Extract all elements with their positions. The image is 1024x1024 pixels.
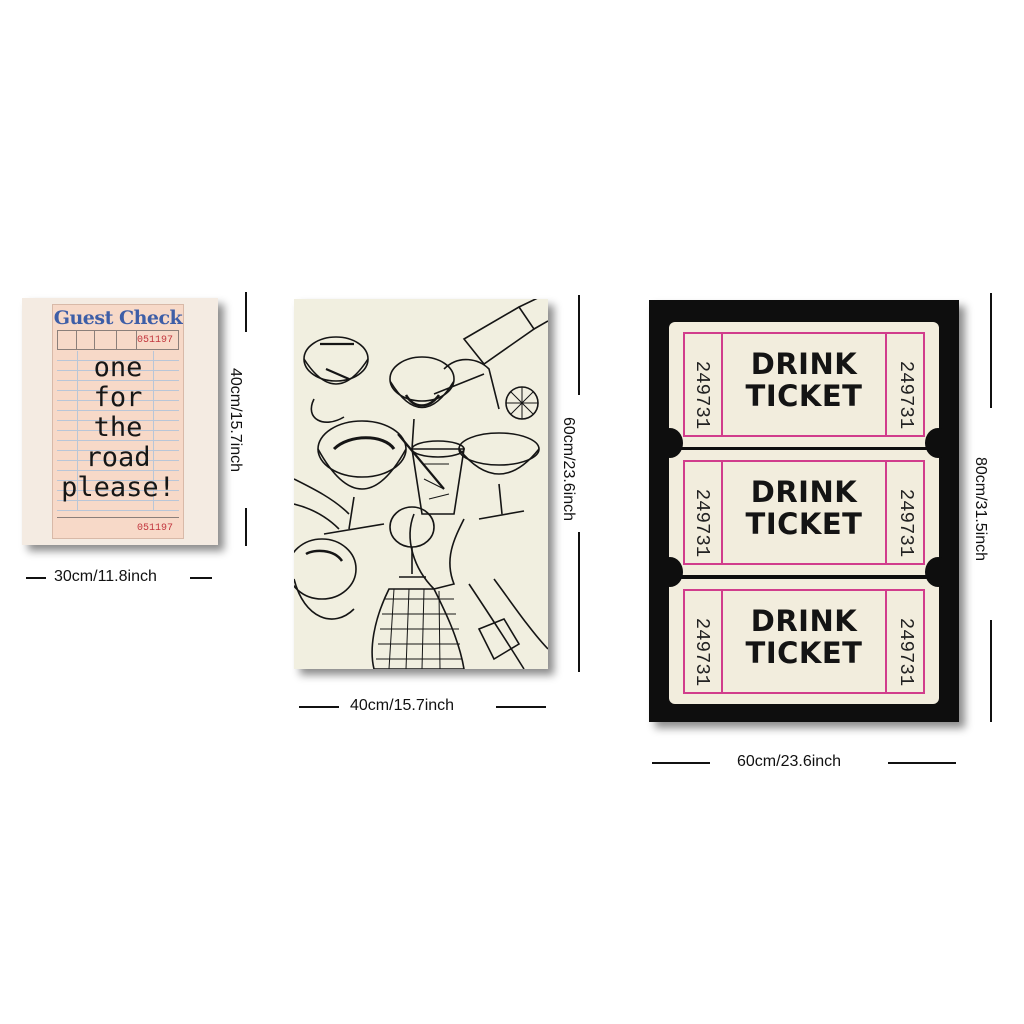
handwriting-line: for	[93, 382, 143, 413]
ticket-label: DRINK TICKET	[725, 476, 883, 540]
ticket-label-line: TICKET	[745, 507, 863, 541]
cheers-sketch-illustration	[294, 299, 548, 669]
guest-check-number: 051197	[137, 335, 174, 346]
poster-3-width-label: 60cm/23.6inch	[737, 753, 842, 770]
ticket-label-line: DRINK	[750, 604, 858, 638]
ticket-number: 249731	[691, 617, 713, 687]
guest-check-title: Guest Check	[53, 307, 183, 329]
handwriting-line: one	[93, 352, 143, 383]
ticket-label-line: TICKET	[745, 636, 863, 670]
guest-check-footer-number: 051197	[137, 523, 174, 534]
ticket-number: 249731	[691, 488, 713, 558]
guest-check-slip: Guest Check 051197 one for the road plea…	[52, 304, 184, 539]
cheers-sketch-poster	[294, 299, 548, 669]
handwritten-message: one for the road please!	[53, 353, 183, 503]
ticket-label: DRINK TICKET	[725, 605, 883, 669]
handwriting-line: road	[85, 442, 151, 473]
ticket-label-line: TICKET	[745, 379, 863, 413]
poster-2-width-label: 40cm/15.7inch	[350, 697, 455, 714]
ticket-number: 249731	[691, 360, 713, 430]
ticket-label: DRINK TICKET	[725, 348, 883, 412]
drink-ticket: 249731 249731 DRINK TICKET	[669, 450, 939, 575]
ticket-number: 249731	[895, 488, 917, 558]
handwriting-line: the	[93, 412, 143, 443]
ticket-label-line: DRINK	[750, 347, 858, 381]
ticket-number: 249731	[895, 360, 917, 430]
drink-ticket-poster: 249731 249731 DRINK TICKET 249731 249731…	[649, 300, 959, 722]
poster-1-height-label: 40cm/15.7inch	[227, 367, 245, 473]
poster-3-height-label: 80cm/31.5inch	[972, 456, 990, 562]
drink-ticket: 249731 249731 DRINK TICKET	[669, 322, 939, 447]
guest-check-poster: Guest Check 051197 one for the road plea…	[22, 298, 218, 545]
poster-2-height-label: 60cm/23.6inch	[560, 416, 578, 522]
drink-ticket: 249731 249731 DRINK TICKET	[669, 579, 939, 704]
ticket-label-line: DRINK	[750, 475, 858, 509]
handwriting-line: please!	[61, 472, 175, 503]
ticket-number: 249731	[895, 617, 917, 687]
poster-1-width-label: 30cm/11.8inch	[54, 568, 157, 585]
